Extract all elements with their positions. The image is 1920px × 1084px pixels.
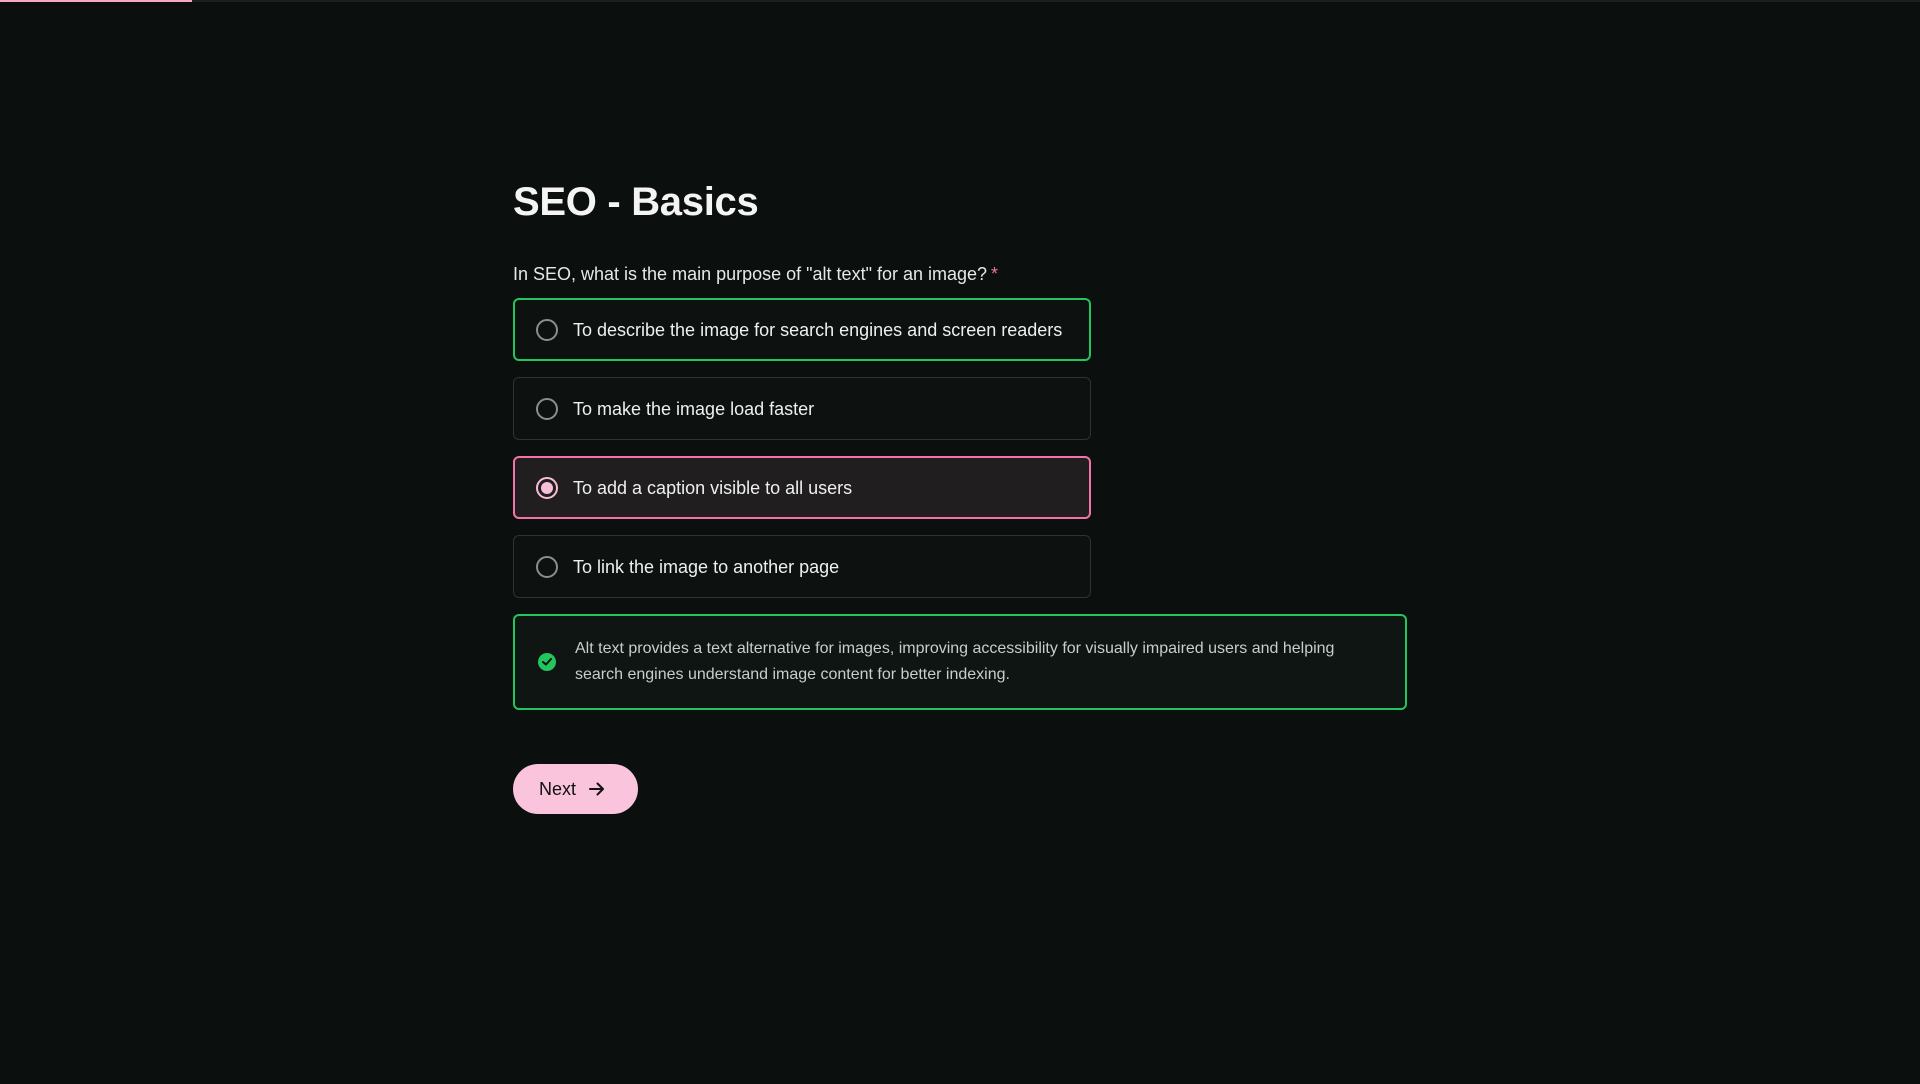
answer-option-2[interactable]: To make the image load faster: [513, 377, 1091, 440]
answer-option-label: To link the image to another page: [573, 556, 840, 577]
radio-icon[interactable]: [536, 397, 558, 420]
next-button[interactable]: Next: [513, 764, 638, 814]
answer-option-label: To add a caption visible to all users: [573, 477, 853, 498]
radio-icon[interactable]: [536, 476, 558, 499]
next-button-label: Next: [539, 778, 577, 799]
answer-option-label: To describe the image for search engines…: [573, 319, 1063, 340]
required-marker: *: [991, 264, 999, 284]
answer-feedback: Alt text provides a text alternative for…: [513, 614, 1407, 710]
radio-icon[interactable]: [536, 318, 558, 341]
quiz-container: SEO - Basics In SEO, what is the main pu…: [513, 178, 1407, 814]
check-circle-icon: [538, 653, 556, 671]
answer-option-4[interactable]: To link the image to another page: [513, 535, 1091, 598]
progress-bar-fill: [0, 0, 192, 2]
answer-option-3[interactable]: To add a caption visible to all users: [513, 456, 1091, 519]
answer-option-label: To make the image load faster: [573, 398, 815, 419]
question-text: In SEO, what is the main purpose of "alt…: [513, 262, 1407, 286]
feedback-text: Alt text provides a text alternative for…: [575, 640, 1335, 683]
quiz-title: SEO - Basics: [513, 180, 759, 224]
radio-icon[interactable]: [536, 555, 558, 578]
answer-option-1[interactable]: To describe the image for search engines…: [513, 298, 1091, 361]
arrow-right-icon: [588, 781, 606, 797]
question-label: In SEO, what is the main purpose of "alt…: [513, 264, 988, 284]
answer-options: To describe the image for search engines…: [513, 298, 1091, 598]
progress-bar: [0, 0, 1920, 2]
